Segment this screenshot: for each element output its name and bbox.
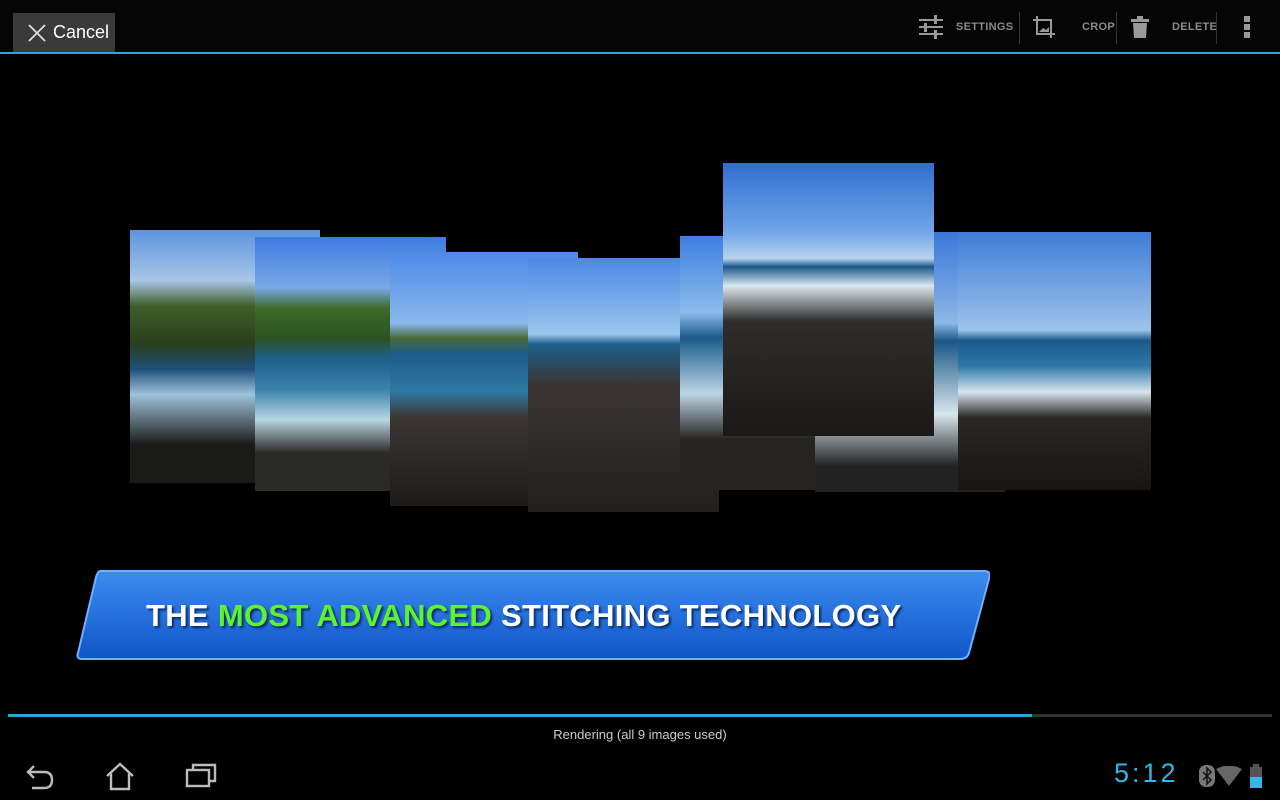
cancel-button[interactable]: Cancel: [13, 13, 115, 52]
home-icon[interactable]: [104, 760, 136, 792]
divider: [1116, 12, 1117, 44]
crop-button[interactable]: CROP: [1032, 10, 1115, 44]
trash-icon: [1131, 16, 1149, 38]
crop-icon: [1033, 16, 1055, 38]
banner-text-post: STITCHING TECHNOLOGY: [492, 598, 902, 633]
progress-fill: [8, 714, 1032, 717]
photo-tile: [723, 163, 934, 436]
divider: [1216, 12, 1217, 44]
clock: 5:12: [1114, 758, 1179, 788]
banner-text-pre: THE: [146, 598, 218, 633]
delete-label: DELETE: [1172, 21, 1218, 33]
action-bar: Cancel SETTINGS CROP DELETE: [0, 0, 1280, 54]
wifi-icon: [1216, 766, 1242, 786]
battery-icon: [1250, 764, 1262, 788]
settings-button[interactable]: SETTINGS: [918, 10, 1013, 44]
settings-label: SETTINGS: [956, 21, 1014, 33]
delete-button[interactable]: DELETE: [1130, 10, 1217, 44]
cancel-label: Cancel: [53, 22, 110, 42]
photo-tile: [958, 232, 1151, 490]
bluetooth-icon: [1199, 765, 1215, 787]
rendering-status: Rendering (all 9 images used): [553, 727, 727, 742]
close-icon: [28, 23, 46, 42]
overflow-menu-button[interactable]: [1243, 10, 1251, 44]
overflow-menu-icon: [1244, 16, 1250, 38]
promo-banner-text: THE MOST ADVANCED STITCHING TECHNOLOGY: [146, 598, 901, 634]
rendering-progress-bar: [8, 714, 1272, 717]
divider: [1019, 12, 1020, 44]
banner-text-highlight: MOST ADVANCED: [217, 598, 493, 633]
crop-label: CROP: [1082, 21, 1115, 33]
sliders-icon: [919, 15, 943, 39]
recent-apps-icon[interactable]: [185, 760, 217, 792]
back-icon[interactable]: [24, 760, 56, 792]
